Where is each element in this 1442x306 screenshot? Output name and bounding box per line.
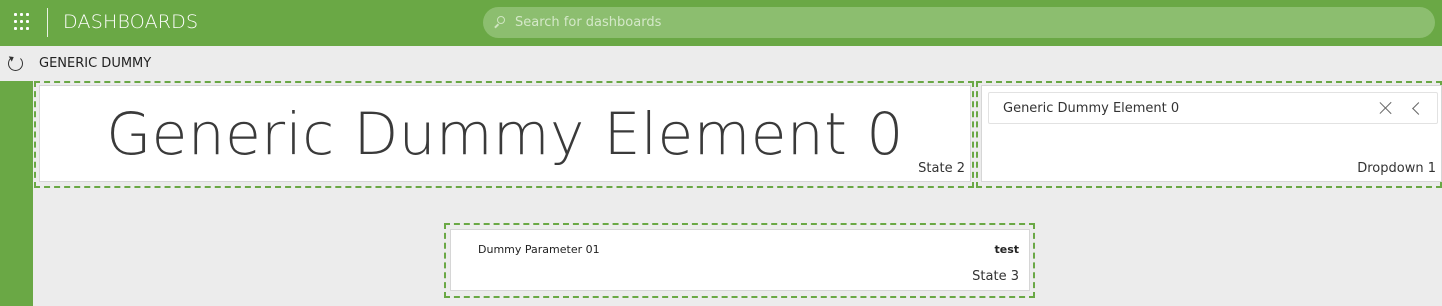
dashboard-canvas: Generic Dummy Element 0 State 2 Generic … (33, 81, 1442, 306)
topbar-divider (47, 8, 48, 37)
state-3-label: State 3 (972, 269, 1019, 284)
dropdown-1-label: Dropdown 1 (1357, 161, 1436, 176)
state-2-value: Generic Dummy Element 0 (106, 100, 904, 168)
search-icon (493, 15, 507, 30)
app-title: DASHBOARDS (63, 11, 199, 33)
state-3-card[interactable]: Dummy Parameter 01 test State 3 (450, 229, 1030, 291)
dropdown-1-card: Generic Dummy Element 0 Dropdown 1 (981, 85, 1442, 182)
dropdown-selected-value: Generic Dummy Element 0 (1003, 100, 1180, 116)
search-input[interactable] (515, 15, 1415, 30)
state-2-card[interactable]: Generic Dummy Element 0 State 2 (39, 85, 971, 182)
chevron-left-icon[interactable] (1412, 102, 1425, 115)
parameter-name: Dummy Parameter 01 (478, 243, 600, 256)
refresh-icon[interactable] (8, 56, 23, 71)
apps-grid-icon[interactable] (12, 11, 34, 33)
left-rail (0, 81, 33, 306)
top-bar: DASHBOARDS (0, 0, 1442, 46)
state-2-label: State 2 (918, 161, 965, 176)
page-title: GENERIC DUMMY (39, 56, 152, 71)
search-bar[interactable] (483, 7, 1435, 38)
close-icon[interactable] (1379, 101, 1393, 115)
parameter-value: test (994, 243, 1019, 256)
dashboard-header: GENERIC DUMMY (0, 46, 1442, 81)
dropdown-select[interactable]: Generic Dummy Element 0 (988, 92, 1438, 124)
